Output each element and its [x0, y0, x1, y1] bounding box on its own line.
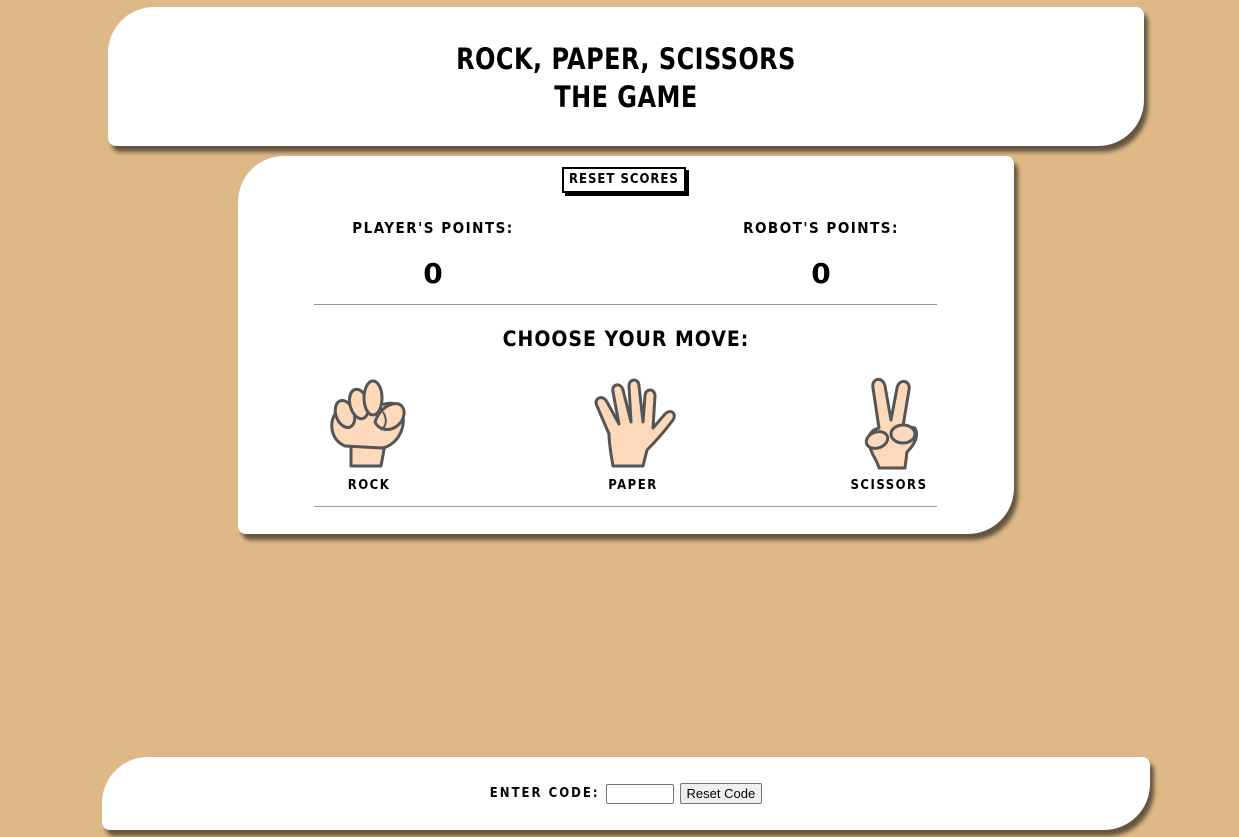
title-panel: ROCK, PAPER, SCISSORS THE GAME: [108, 7, 1144, 146]
rock-move-button[interactable]: ROCK: [309, 374, 429, 493]
reset-scores-button[interactable]: RESET SCORES: [562, 167, 686, 193]
choose-move-heading: CHOOSE YOUR MOVE:: [502, 327, 750, 351]
robot-score: 0: [811, 257, 831, 290]
moves-divider: [314, 506, 937, 507]
robot-points-label: ROBOT'S POINTS:: [743, 219, 899, 237]
title-line-1: ROCK, PAPER, SCISSORS: [456, 42, 796, 76]
enter-code-label: ENTER CODE:: [489, 786, 600, 801]
rock-hand-icon: [330, 379, 406, 468]
scissors-hand-icon: [864, 378, 919, 470]
player-score: 0: [423, 257, 443, 290]
paper-move-button[interactable]: PAPER: [573, 374, 693, 493]
paper-label: PAPER: [608, 478, 658, 493]
code-panel: ENTER CODE: Reset Code: [102, 757, 1150, 830]
title-line-2: THE GAME: [554, 80, 698, 114]
code-row: ENTER CODE: Reset Code: [102, 783, 1150, 804]
reset-code-button[interactable]: Reset Code: [679, 783, 763, 804]
paper-hand-icon: [594, 378, 676, 468]
player-points-label: PLAYER'S POINTS:: [352, 219, 514, 237]
scissors-move-button[interactable]: SCISSORS: [829, 374, 949, 493]
score-divider: [314, 304, 937, 305]
scissors-label: SCISSORS: [850, 478, 928, 493]
page-title: ROCK, PAPER, SCISSORS THE GAME: [149, 7, 1102, 116]
game-panel: RESET SCORES PLAYER'S POINTS: ROBOT'S PO…: [238, 156, 1014, 534]
code-input[interactable]: [605, 783, 674, 804]
rock-label: ROCK: [347, 478, 391, 493]
